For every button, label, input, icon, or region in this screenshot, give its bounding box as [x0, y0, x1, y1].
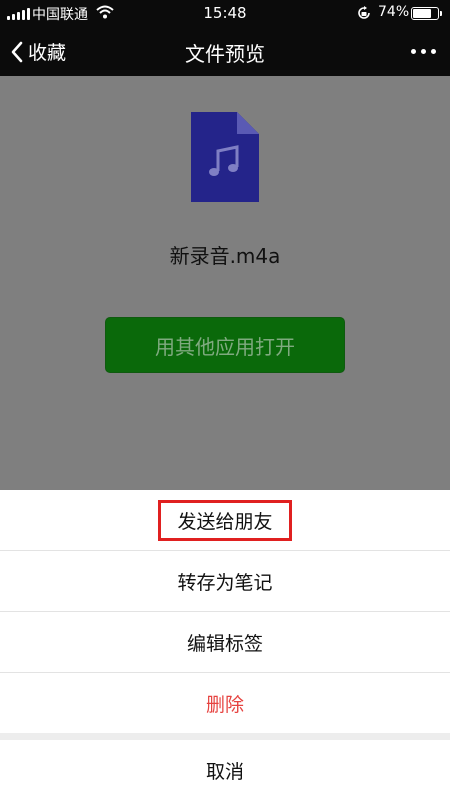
- action-sheet: 发送给朋友 转存为笔记 编辑标签 删除 取消: [0, 490, 450, 800]
- cancel-button[interactable]: 取消: [0, 740, 450, 800]
- music-file-icon: [191, 112, 259, 202]
- file-name: 新录音.m4a: [169, 244, 281, 268]
- edit-tags-button[interactable]: 编辑标签: [0, 612, 450, 673]
- battery-icon: [411, 7, 442, 20]
- delete-label: 删除: [205, 693, 244, 716]
- battery-fill: [413, 9, 431, 18]
- edit-tags-label: 编辑标签: [186, 632, 263, 655]
- send-to-friend-label: 发送给朋友: [158, 499, 292, 541]
- battery-percentage: 74%: [378, 4, 410, 20]
- cancel-label: 取消: [205, 760, 244, 783]
- delete-button[interactable]: 删除: [0, 673, 450, 733]
- more-dots-icon[interactable]: [411, 49, 436, 54]
- battery-tip: [440, 11, 442, 16]
- save-as-note-button[interactable]: 转存为笔记: [0, 551, 450, 612]
- send-to-friend-button[interactable]: 发送给朋友: [0, 490, 450, 551]
- open-with-other-app-button[interactable]: 用其他应用打开: [105, 317, 345, 373]
- orientation-lock-icon: [356, 5, 372, 25]
- page-title: 文件预览: [185, 42, 265, 66]
- file-preview-area[interactable]: 新录音.m4a 用其他应用打开: [0, 76, 450, 490]
- status-bar: 中国联通 15:48 74%: [0, 0, 450, 26]
- save-as-note-label: 转存为笔记: [177, 571, 273, 594]
- nav-bar: 收藏 文件预览: [0, 26, 450, 76]
